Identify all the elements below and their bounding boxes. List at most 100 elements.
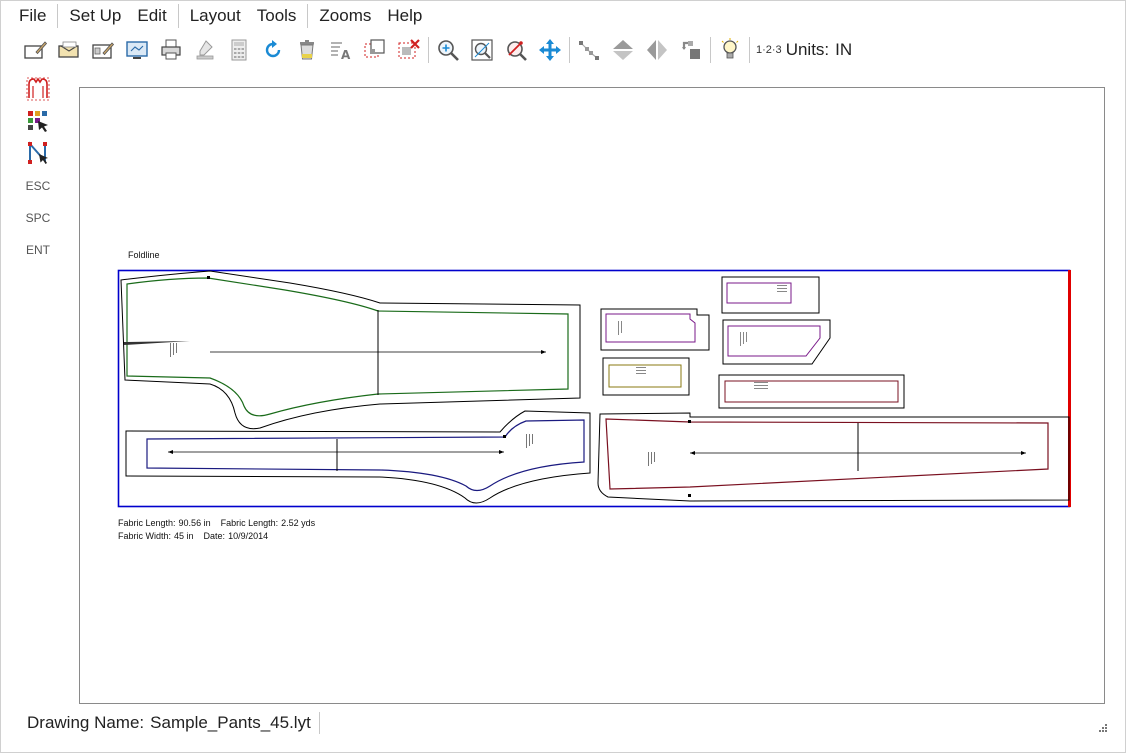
units-indicator[interactable]: 1·2·3 Units: IN: [756, 40, 852, 60]
menu-separator: [177, 4, 179, 28]
menu-edit[interactable]: Edit: [129, 0, 174, 32]
space-key-button[interactable]: SPC: [20, 202, 56, 234]
pattern-piece-back-leg-seam: [146, 419, 585, 492]
pattern-piece-facing-label: [740, 332, 747, 346]
svg-text:A: A: [341, 48, 351, 62]
plotter-icon[interactable]: [188, 34, 222, 66]
pattern-piece-waistband-label: [777, 285, 787, 292]
print-icon[interactable]: [154, 34, 188, 66]
fabric-length-in-label: Fabric Length:: [118, 518, 176, 528]
text-icon[interactable]: A: [324, 34, 358, 66]
menu-file[interactable]: File: [11, 0, 54, 32]
pattern-piece-back-leg-2-grain-arrow-right: [1021, 451, 1026, 455]
monitor-icon[interactable]: [120, 34, 154, 66]
fabric-width-value: 45 in: [174, 531, 194, 541]
escape-key-button[interactable]: ESC: [20, 170, 56, 202]
units-value: IN: [835, 40, 853, 59]
nodes-icon[interactable]: [572, 34, 606, 66]
pattern-piece-band-label: [754, 382, 768, 389]
pattern-piece-facing-seam: [727, 325, 821, 357]
fabric-length-yds-label: Fabric Length:: [220, 518, 279, 528]
menu-tools[interactable]: Tools: [249, 0, 305, 32]
pattern-piece-back-leg-grain-arrow-left: [168, 450, 173, 454]
pattern-piece-back-leg-grain-arrow-right: [499, 450, 504, 454]
left-tool-panel: ESC SPC ENT: [20, 74, 60, 266]
units-label: Units:: [785, 40, 830, 59]
resize-grip-icon[interactable]: [1098, 723, 1108, 733]
new-drawing-icon[interactable]: [18, 34, 52, 66]
pattern-piece-pocket-outline: [600, 308, 710, 351]
enter-key-button[interactable]: ENT: [20, 234, 56, 266]
menu-help[interactable]: Help: [379, 0, 430, 32]
hint-bulb-icon[interactable]: [713, 34, 747, 66]
toolbar-separator: [710, 37, 711, 63]
pattern-piece-front-leg-notch: [124, 341, 190, 345]
menu-layout[interactable]: Layout: [182, 0, 249, 32]
pattern-piece-front-leg-outline: [120, 270, 581, 430]
fabric-length-in-value: 90.56 in: [178, 518, 211, 528]
flip-horizontal-icon[interactable]: [640, 34, 674, 66]
flip-vertical-icon[interactable]: [606, 34, 640, 66]
zoom-out-icon[interactable]: [499, 34, 533, 66]
pattern-piece-back-leg-2-seam: [605, 418, 1049, 490]
refresh-icon[interactable]: [256, 34, 290, 66]
select-box-icon[interactable]: [358, 34, 392, 66]
pattern-piece-front-leg-label: [170, 343, 177, 357]
layout-canvas[interactable]: Foldline Fabric Length: 90.56 in Fabric Le…: [79, 87, 1105, 704]
delete-box-icon[interactable]: [392, 34, 426, 66]
toolbar-separator: [569, 37, 570, 63]
pattern-piece-band-outline: [718, 374, 905, 409]
pattern-piece-tab-outline: [602, 357, 690, 396]
pattern-piece-back-leg-mark: [503, 435, 506, 438]
edit-card-icon[interactable]: [86, 34, 120, 66]
pan-icon[interactable]: [533, 34, 567, 66]
pattern-piece-tab-seam: [608, 364, 682, 388]
zoom-fit-icon[interactable]: [465, 34, 499, 66]
color-select-icon[interactable]: [20, 106, 56, 136]
drawing-name-value: Sample_Pants_45.lyt: [150, 713, 311, 732]
pattern-piece-front-leg-seam: [126, 277, 569, 417]
pattern-piece-front-leg-mark: [207, 276, 210, 279]
open-icon[interactable]: [52, 34, 86, 66]
pattern-pieces-icon[interactable]: [20, 74, 56, 104]
status-separator: [318, 712, 320, 734]
pattern-piece-back-leg-2-grain-arrow-left: [690, 451, 695, 455]
pattern-piece-back-leg-label: [526, 434, 533, 448]
zoom-in-icon[interactable]: [431, 34, 465, 66]
menu-setup[interactable]: Set Up: [61, 0, 129, 32]
calculator-icon[interactable]: [222, 34, 256, 66]
fabric-width-line: Fabric Width: 45 in Date: 10/9/2014: [118, 531, 278, 541]
pattern-piece-back-leg-2-mark-top: [688, 420, 691, 423]
pattern-piece-tab-label: [636, 367, 646, 374]
menu-separator: [57, 4, 59, 28]
pattern-piece-pocket-seam: [605, 313, 696, 343]
status-bar: Drawing Name: Sample_Pants_45.lyt: [0, 708, 1124, 738]
pattern-piece-back-leg-2-mark-bottom: [688, 494, 691, 497]
marker-drawing: [117, 269, 1071, 508]
toolbar-separator: [749, 37, 750, 63]
pattern-piece-back-leg-2-label: [648, 452, 655, 466]
date-value: 10/9/2014: [228, 531, 269, 541]
menu-separator: [307, 4, 309, 28]
trash-icon[interactable]: [290, 34, 324, 66]
menu-bar: File Set Up Edit Layout Tools Zooms Help: [0, 0, 1124, 32]
pattern-piece-waistband-outline: [721, 276, 820, 314]
menu-zooms[interactable]: Zooms: [311, 0, 379, 32]
foldline-label: Foldline: [128, 250, 160, 260]
toolbar: A 1·2·3 Units: IN: [18, 34, 852, 66]
pattern-piece-facing-outline: [722, 319, 831, 365]
pattern-piece-band-seam: [724, 380, 899, 403]
pattern-piece-pocket-label: [618, 321, 622, 335]
pattern-piece-front-leg-grain-arrow: [541, 350, 546, 354]
node-edit-icon[interactable]: [20, 138, 56, 168]
fabric-width-label: Fabric Width:: [118, 531, 172, 541]
date-label: Date:: [203, 531, 226, 541]
fabric-length-line: Fabric Length: 90.56 in Fabric Length: 2.52…: [118, 518, 325, 528]
pattern-piece-back-leg-outline: [125, 410, 591, 504]
drawing-name-label: Drawing Name:: [27, 713, 145, 732]
rotate-icon[interactable]: [674, 34, 708, 66]
fabric-length-yds-value: 2.52 yds: [281, 518, 316, 528]
units-number-label: 1·2·3: [756, 44, 782, 56]
fabric-border: [117, 269, 1071, 508]
toolbar-separator: [428, 37, 429, 63]
